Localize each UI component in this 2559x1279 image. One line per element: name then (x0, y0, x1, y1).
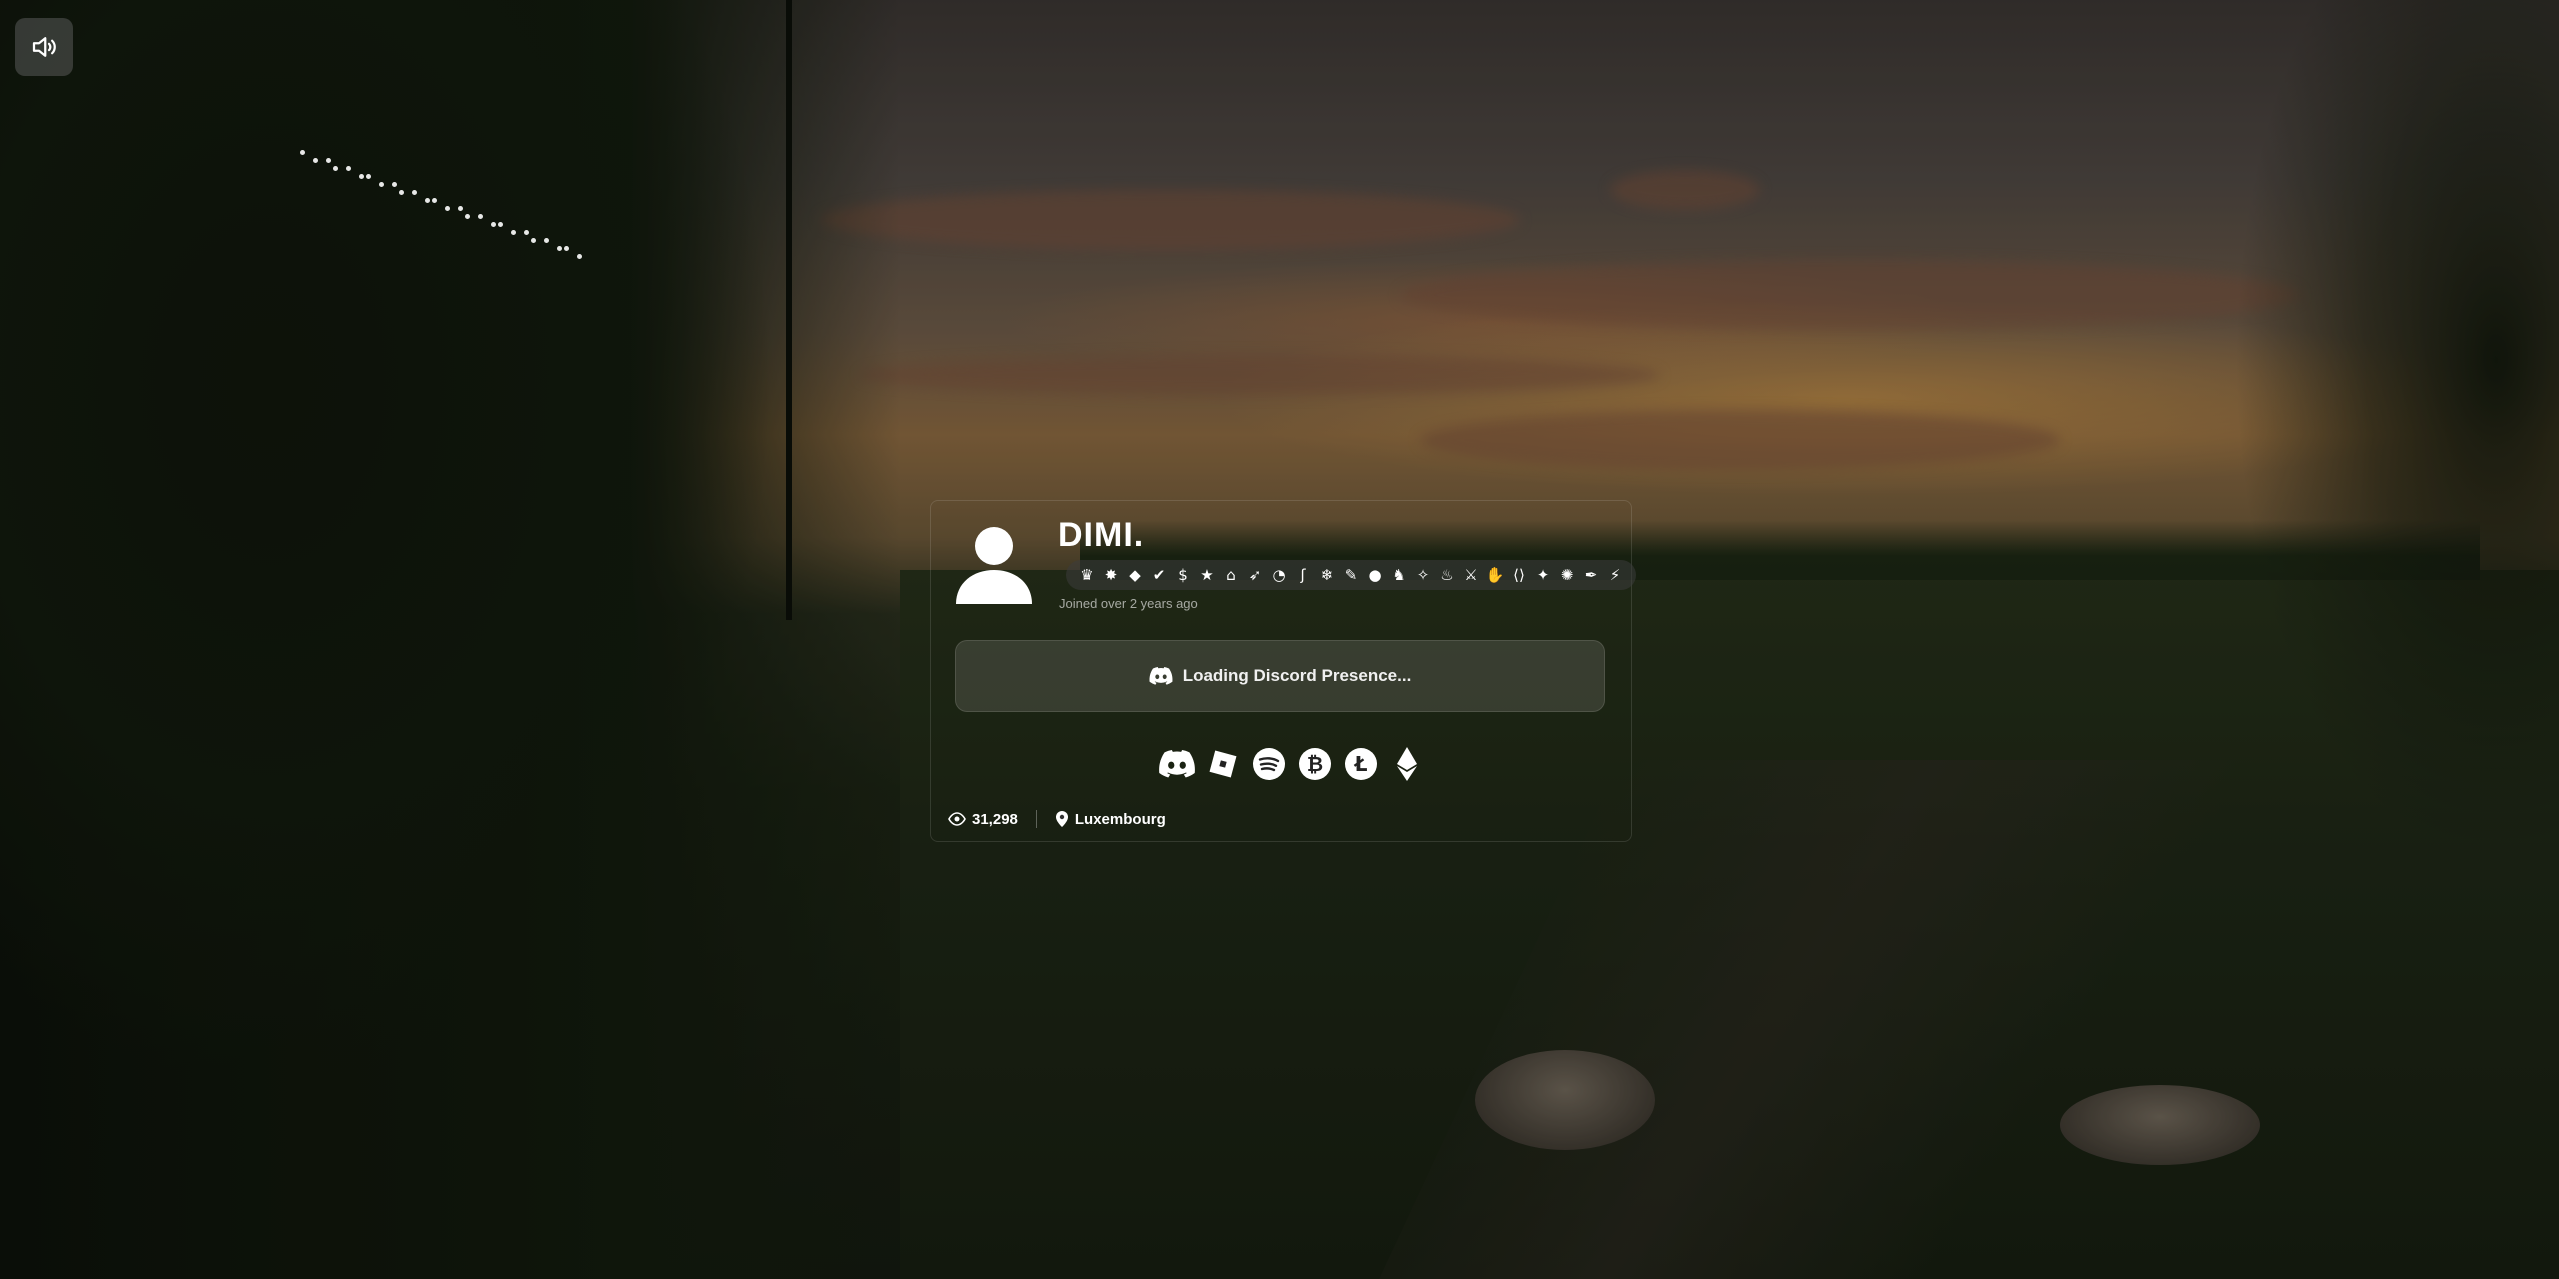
spotify-icon[interactable] (1250, 745, 1288, 783)
sparkle (425, 198, 430, 203)
diamond-icon[interactable]: ◆ (1126, 566, 1144, 584)
sparkle (491, 222, 496, 227)
roblox-icon[interactable] (1204, 745, 1242, 783)
sparkle (564, 246, 569, 251)
speaker-icon (32, 37, 56, 57)
sparkle (346, 166, 351, 171)
bolt-icon[interactable]: ⚡ (1606, 566, 1624, 584)
gift-icon[interactable]: ⌂ (1222, 566, 1240, 584)
sparkle (432, 198, 437, 203)
magic-icon[interactable]: ✺ (1558, 566, 1576, 584)
discord-presence: Loading Discord Presence... (955, 640, 1605, 712)
flame-icon[interactable]: ♨ (1438, 566, 1456, 584)
verified-icon[interactable]: ✔ (1150, 566, 1168, 584)
code-icon[interactable]: ⟨⟩ (1510, 566, 1528, 584)
profile-stats: 31,298 Luxembourg (948, 810, 1166, 828)
star-icon[interactable]: ★ (1198, 566, 1216, 584)
sword-icon[interactable]: ⚔ (1462, 566, 1480, 584)
sparkle (300, 150, 305, 155)
sparkle (465, 214, 470, 219)
badge-row: ♛ ✸ ◆ ✔ $ ★ ⌂ ➶ ◔ ʃ ❄ ✎ ● ♞ ✧ ♨ ⚔ ✋ ⟨⟩ ✦ ✺ ✒ ⚡ (1066, 560, 1636, 590)
sparkle (445, 206, 450, 211)
eye-icon (948, 812, 966, 826)
volume-button[interactable] (15, 18, 73, 76)
pen-icon[interactable]: ✒ (1582, 566, 1600, 584)
avatar (952, 522, 1036, 606)
bitcoin-icon[interactable]: ₿ (1296, 745, 1334, 783)
sparkle-trail (300, 150, 600, 270)
ethereum-icon[interactable] (1388, 745, 1426, 783)
sparkle (557, 246, 562, 251)
sparkle (412, 190, 417, 195)
sparkle (511, 230, 516, 235)
location: Luxembourg (1055, 810, 1166, 828)
sparkle (577, 254, 582, 259)
sparkle (478, 214, 483, 219)
litecoin-icon[interactable]: Ł (1342, 745, 1380, 783)
bug-icon[interactable]: ✸ (1102, 566, 1120, 584)
sparkle (392, 182, 397, 187)
svg-text:Ł: Ł (1354, 752, 1368, 776)
sparkle (524, 230, 529, 235)
sparkle (399, 190, 404, 195)
crown-icon[interactable]: ♛ (1078, 566, 1096, 584)
sparkle (458, 206, 463, 211)
sparkle (531, 238, 536, 243)
hands-icon[interactable]: ✋ (1486, 566, 1505, 584)
discord-icon (1149, 667, 1173, 685)
user-icon (956, 527, 1032, 604)
view-count: 31,298 (948, 811, 1018, 828)
wand-icon[interactable]: ✧ (1414, 566, 1432, 584)
joined-text: Joined over 2 years ago (1059, 596, 1198, 611)
discord-icon[interactable] (1158, 745, 1196, 783)
coin-icon[interactable]: $ (1174, 566, 1192, 584)
sparkle (498, 222, 503, 227)
brush-icon[interactable]: ✎ (1342, 566, 1360, 584)
presence-text: Loading Discord Presence... (1182, 666, 1412, 685)
egg-icon[interactable]: ● (1366, 566, 1384, 584)
sparkle (379, 182, 384, 187)
hook-icon[interactable]: ʃ (1294, 566, 1312, 584)
sparkle (313, 158, 318, 163)
divider (1035, 810, 1037, 828)
sparkle (326, 158, 331, 163)
sparkle-icon[interactable]: ✦ (1534, 566, 1552, 584)
view-count-value: 31,298 (972, 810, 1018, 828)
location-value: Luxembourg (1074, 810, 1166, 828)
sparkle (544, 238, 549, 243)
snowflake-icon[interactable]: ❄ (1318, 566, 1336, 584)
location-pin-icon (1055, 811, 1068, 827)
sparkle (366, 174, 371, 179)
social-links: ₿ Ł (1158, 745, 1426, 783)
sparkle (359, 174, 364, 179)
svg-text:₿: ₿ (1307, 752, 1323, 776)
sparkle (333, 166, 338, 171)
bunny-icon[interactable]: ♞ (1390, 566, 1408, 584)
speedometer-icon[interactable]: ◔ (1270, 566, 1288, 584)
rocket-icon[interactable]: ➶ (1246, 566, 1264, 584)
username: DIMI. (1058, 516, 1145, 554)
